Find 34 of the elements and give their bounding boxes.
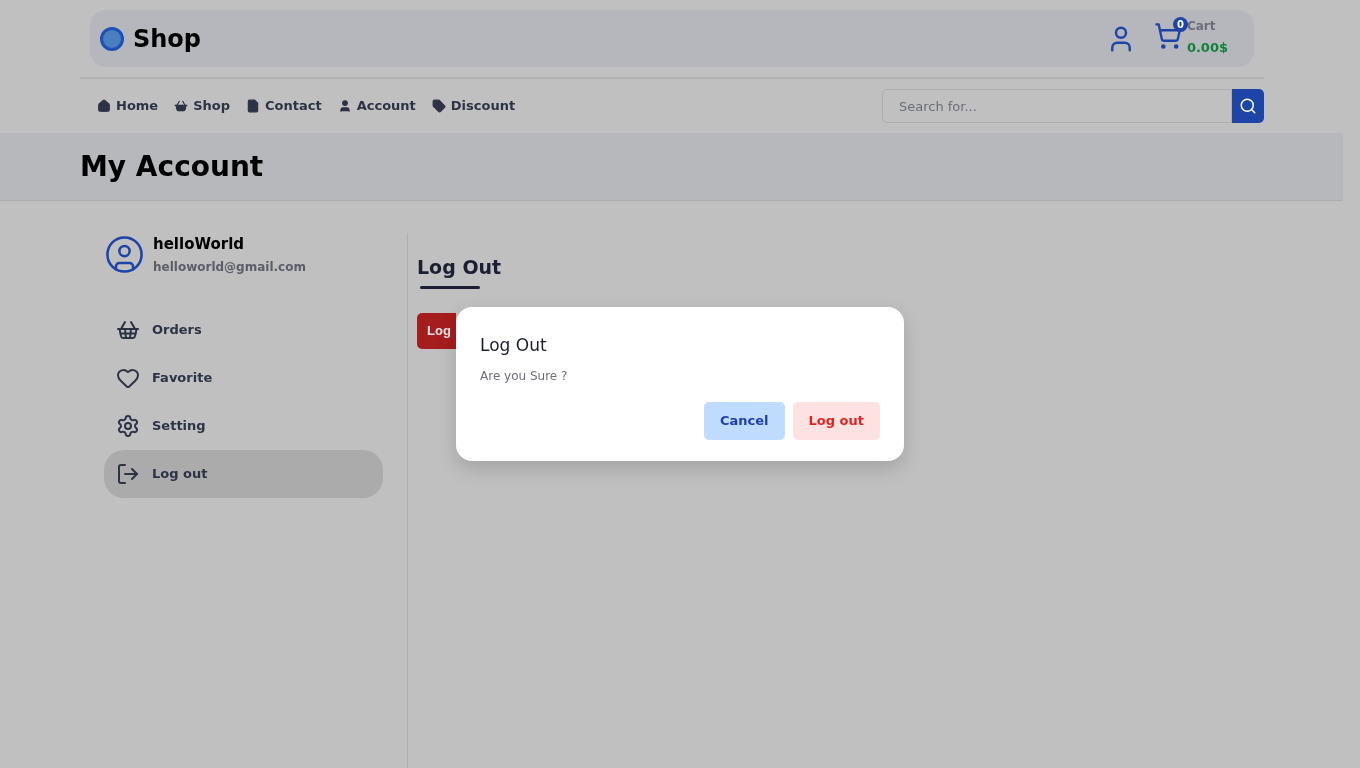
basket-icon: [174, 99, 189, 113]
user-name: helloWorld: [153, 234, 246, 255]
nav-link[interactable]: Home: [97, 96, 159, 116]
sidebar-item[interactable]: Orders: [104, 305, 383, 354]
sidebar-item[interactable]: Log out: [104, 449, 383, 498]
page-title: My Account: [80, 148, 264, 185]
cancel-button[interactable]: Cancel: [704, 401, 785, 440]
sidebar-item[interactable]: Favorite: [104, 353, 383, 402]
nav-link[interactable]: Discount: [431, 96, 516, 116]
cart-label: Cart: [1186, 18, 1217, 36]
logo-icon: [100, 26, 124, 51]
search-button[interactable]: [1232, 89, 1264, 123]
nav-link[interactable]: Shop: [174, 96, 231, 116]
nav-link[interactable]: Contact: [246, 96, 322, 116]
nav-link[interactable]: Account: [337, 96, 416, 116]
search-icon: [1239, 97, 1257, 115]
search-field[interactable]: Search for...: [882, 89, 1232, 123]
logout-button[interactable]: Log: [417, 312, 456, 349]
sidebar-item[interactable]: Setting: [104, 401, 383, 450]
house-icon: [97, 99, 111, 113]
dialog-title: Log Out: [480, 334, 548, 357]
user-email: helloworld@gmail.com: [153, 258, 306, 276]
document-icon: [246, 99, 261, 113]
logo-text: Shop: [133, 23, 202, 55]
logout-icon: [116, 461, 140, 486]
confirm-button[interactable]: Log out: [792, 401, 880, 440]
gear-icon: [116, 413, 140, 438]
person-icon: [337, 99, 352, 113]
cart-total: 0.00$: [1186, 39, 1228, 58]
avatar-icon: [104, 233, 145, 275]
cart-count-badge: 0: [1172, 17, 1188, 33]
tag-icon: [431, 99, 446, 113]
section-title: Log Out: [417, 255, 502, 280]
dialog-message: Are you Sure ?: [480, 367, 569, 385]
